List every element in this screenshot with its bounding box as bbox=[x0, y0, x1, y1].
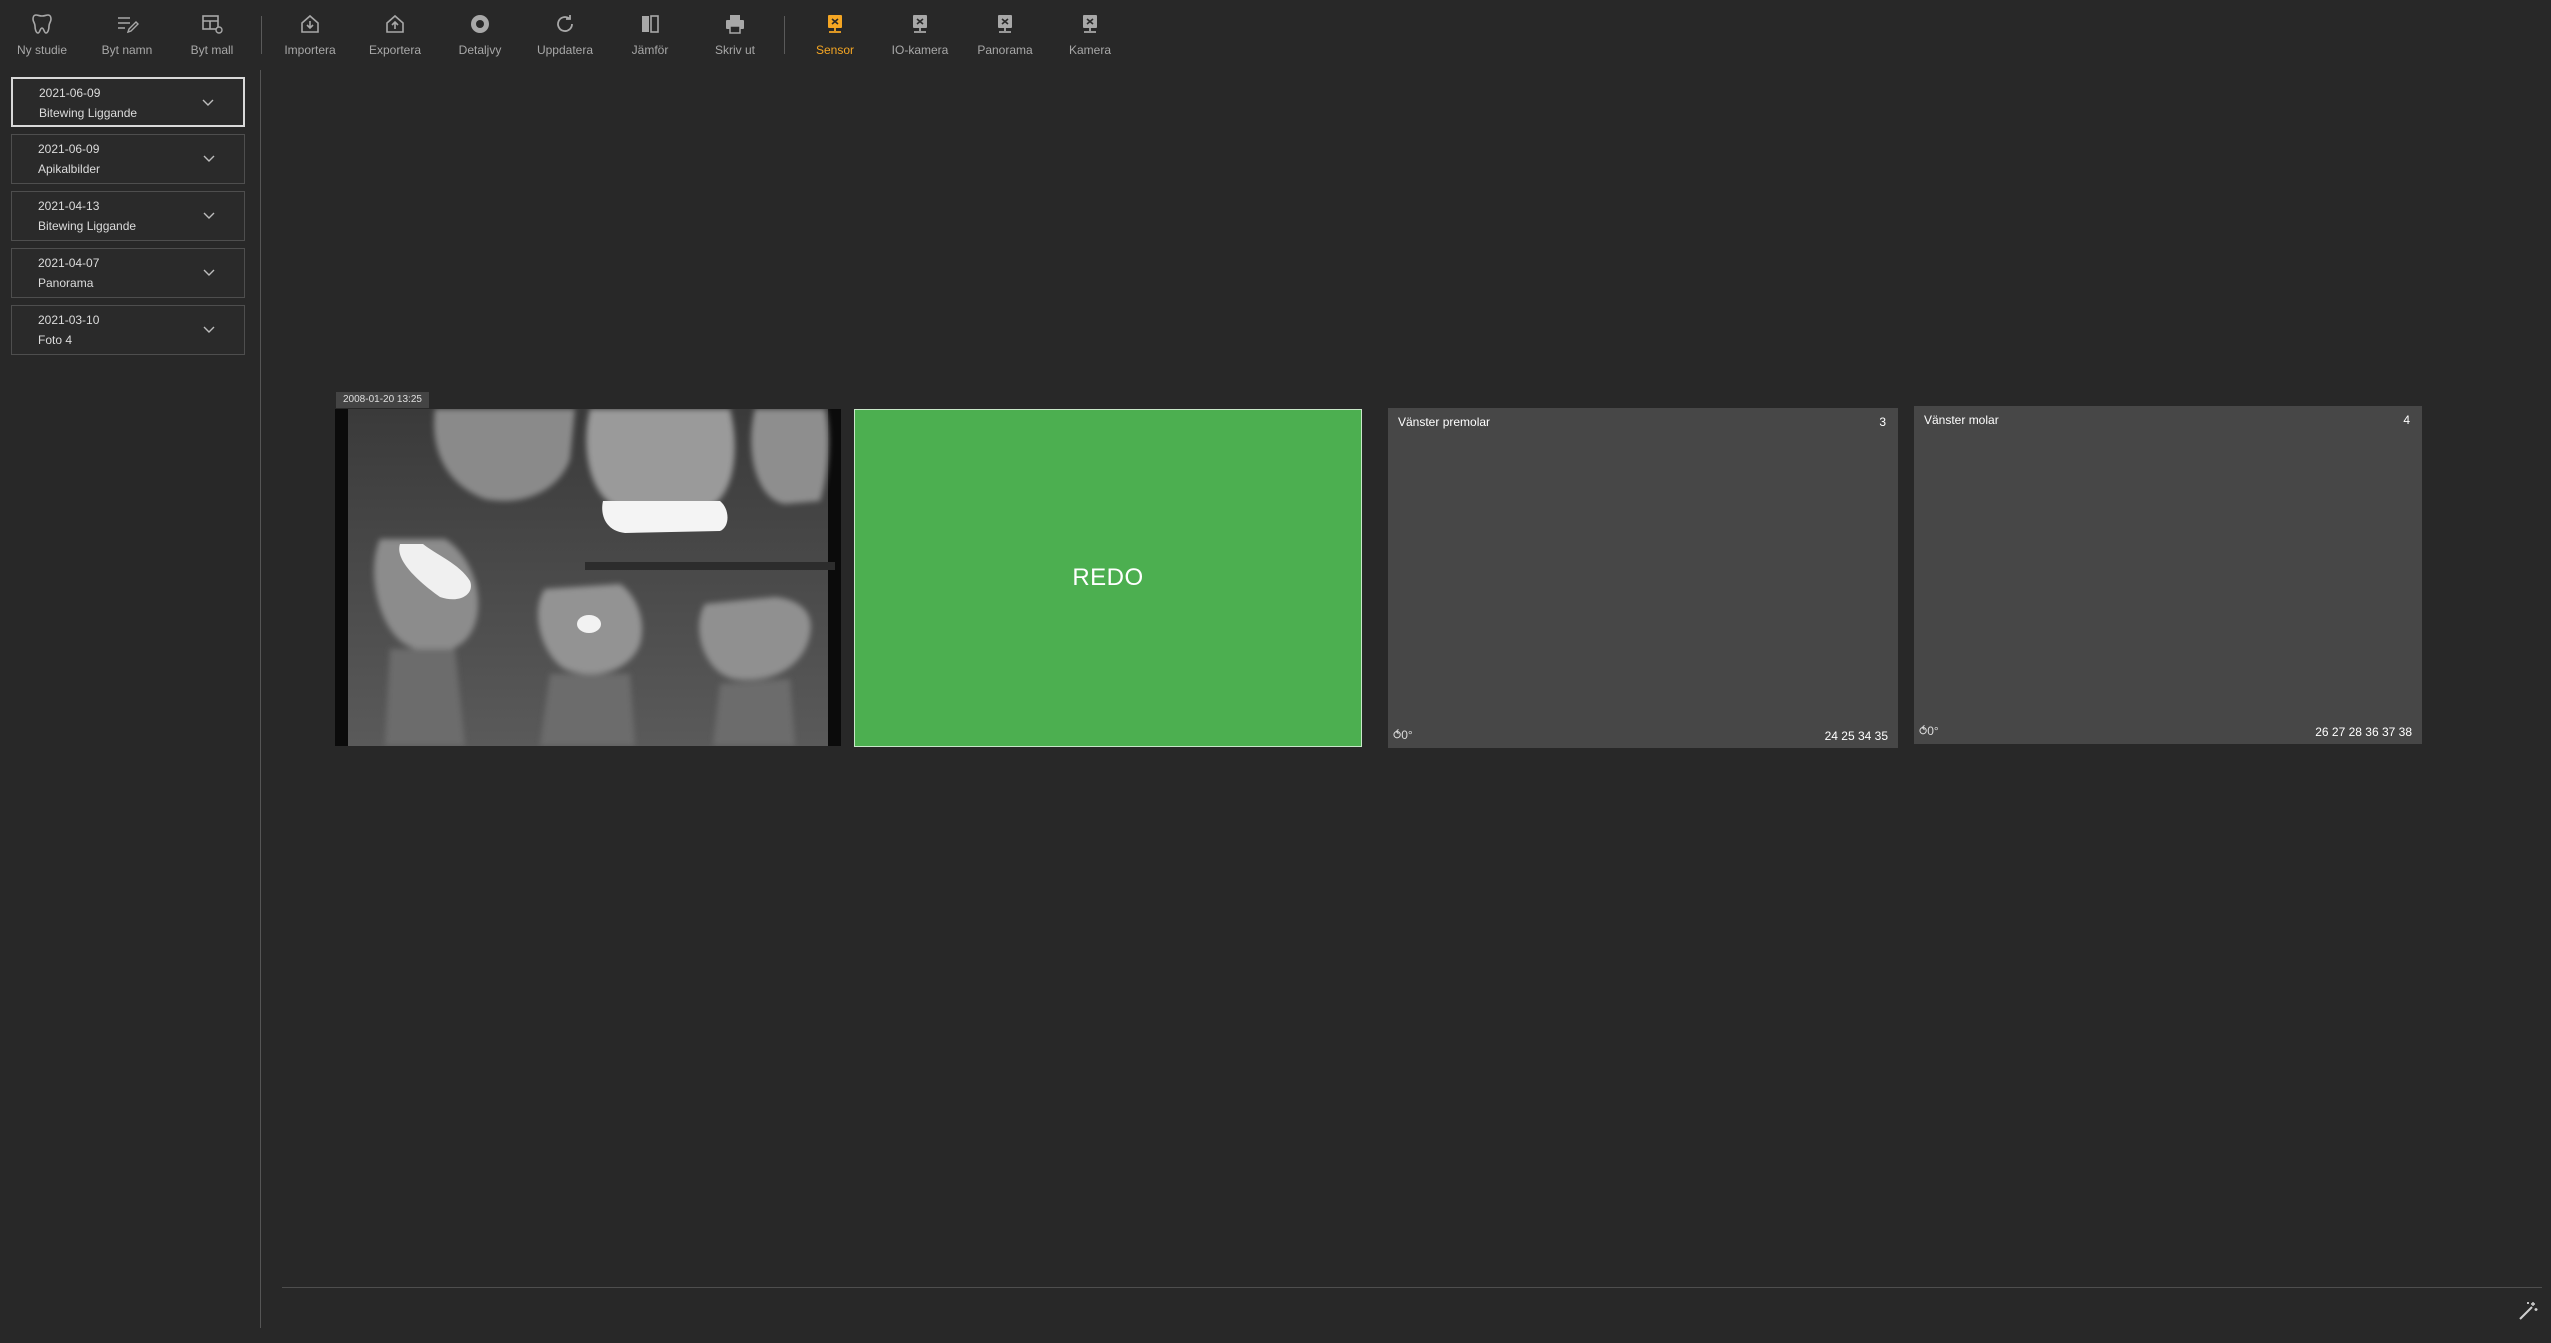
sensor-button[interactable]: Sensor bbox=[795, 12, 875, 58]
panel-divider bbox=[260, 70, 261, 1328]
chevron-down-icon[interactable] bbox=[202, 151, 216, 165]
study-date: 2021-06-09 bbox=[38, 142, 100, 156]
panorama-button[interactable]: Panorama bbox=[965, 12, 1045, 58]
study-date: 2021-06-09 bbox=[39, 86, 101, 100]
rename-label: Byt namn bbox=[101, 43, 153, 57]
tooth-icon bbox=[32, 14, 52, 34]
export-icon bbox=[386, 14, 404, 33]
study-name: Bitewing Liggande bbox=[38, 219, 137, 233]
camera-button[interactable]: Kamera bbox=[1050, 12, 1130, 58]
panorama-icon bbox=[998, 15, 1012, 33]
rotation-icon: ⥀0° bbox=[1393, 728, 1413, 742]
chevron-down-icon[interactable] bbox=[202, 208, 216, 222]
chevron-down-icon[interactable] bbox=[201, 95, 215, 109]
import-label: Importera bbox=[284, 43, 336, 57]
empty-slot-left-molar[interactable]: Vänster molar 4 ⥀0° 26 27 28 36 37 38 bbox=[1914, 406, 2422, 744]
import-button[interactable]: Importera bbox=[270, 12, 350, 58]
xray-image[interactable] bbox=[335, 409, 841, 746]
rename-button[interactable]: Byt namn bbox=[87, 12, 167, 58]
compare-button[interactable]: Jämför bbox=[610, 12, 690, 58]
study-item[interactable]: 2021-06-09 Apikalbilder bbox=[11, 134, 245, 184]
study-name: Panorama bbox=[38, 276, 94, 290]
compare-icon bbox=[642, 15, 659, 33]
print-button[interactable]: Skriv ut bbox=[695, 12, 775, 58]
chevron-down-icon[interactable] bbox=[202, 322, 216, 336]
toolbar-separator bbox=[261, 16, 262, 54]
study-name: Foto 4 bbox=[38, 333, 73, 347]
sensor-icon bbox=[828, 15, 842, 33]
template-icon bbox=[202, 15, 223, 34]
compare-label: Jämför bbox=[631, 43, 669, 57]
study-date: 2021-03-10 bbox=[38, 313, 100, 327]
panorama-label: Panorama bbox=[977, 43, 1033, 57]
slot-teeth: 26 27 28 36 37 38 bbox=[2315, 725, 2412, 739]
toolbar: Ny studie Byt namn Byt mall Importera Ex… bbox=[0, 0, 2551, 64]
eye-icon bbox=[471, 15, 489, 33]
study-item[interactable]: 2021-03-10 Foto 4 bbox=[11, 305, 245, 355]
study-date: 2021-04-13 bbox=[38, 199, 100, 213]
slot-title: Vänster molar bbox=[1924, 413, 1999, 427]
slot-number: 3 bbox=[1879, 415, 1886, 429]
camera-icon bbox=[1083, 15, 1097, 33]
io-camera-label: IO-kamera bbox=[891, 43, 949, 57]
empty-slot-left-premolar[interactable]: Vänster premolar 3 ⥀0° 24 25 34 35 bbox=[1388, 408, 1898, 748]
study-item[interactable]: 2021-06-09 Bitewing Liggande bbox=[11, 77, 245, 127]
study-name: Bitewing Liggande bbox=[39, 106, 138, 120]
refresh-icon bbox=[557, 15, 573, 32]
new-study-button[interactable]: Ny studie bbox=[2, 12, 82, 58]
study-date: 2021-04-07 bbox=[38, 256, 100, 270]
redo-label: REDO bbox=[1072, 564, 1144, 591]
slot-title: Vänster premolar bbox=[1398, 415, 1491, 429]
sensor-label: Sensor bbox=[815, 43, 855, 57]
study-item[interactable]: 2021-04-13 Bitewing Liggande bbox=[11, 191, 245, 241]
export-label: Exportera bbox=[368, 43, 422, 57]
import-icon bbox=[301, 14, 319, 33]
new-study-label: Ny studie bbox=[16, 43, 68, 57]
io-camera-button[interactable]: IO-kamera bbox=[880, 12, 960, 58]
change-template-button[interactable]: Byt mall bbox=[172, 12, 252, 58]
chevron-down-icon[interactable] bbox=[202, 265, 216, 279]
camera-label: Kamera bbox=[1068, 43, 1112, 57]
detail-view-label: Detaljvy bbox=[458, 43, 502, 57]
refresh-button[interactable]: Uppdatera bbox=[525, 12, 605, 58]
refresh-label: Uppdatera bbox=[536, 43, 594, 57]
magic-wand-icon[interactable] bbox=[2517, 1300, 2539, 1322]
print-label: Skriv ut bbox=[714, 43, 755, 57]
slot-number: 4 bbox=[2403, 413, 2410, 427]
rename-icon bbox=[118, 17, 139, 34]
change-template-label: Byt mall bbox=[190, 43, 234, 57]
bottom-divider bbox=[282, 1287, 2542, 1288]
image-timestamp: 2008-01-20 13:25 bbox=[336, 392, 429, 408]
io-camera-icon bbox=[913, 15, 927, 33]
study-name: Apikalbilder bbox=[38, 162, 101, 176]
study-item[interactable]: 2021-04-07 Panorama bbox=[11, 248, 245, 298]
slot-teeth: 24 25 34 35 bbox=[1824, 729, 1888, 743]
toolbar-separator bbox=[784, 16, 785, 54]
detail-view-button[interactable]: Detaljvy bbox=[440, 12, 520, 58]
redo-slot[interactable]: REDO bbox=[854, 409, 1362, 747]
export-button[interactable]: Exportera bbox=[355, 12, 435, 58]
printer-icon bbox=[726, 15, 744, 34]
rotation-icon: ⥀0° bbox=[1919, 724, 1939, 738]
